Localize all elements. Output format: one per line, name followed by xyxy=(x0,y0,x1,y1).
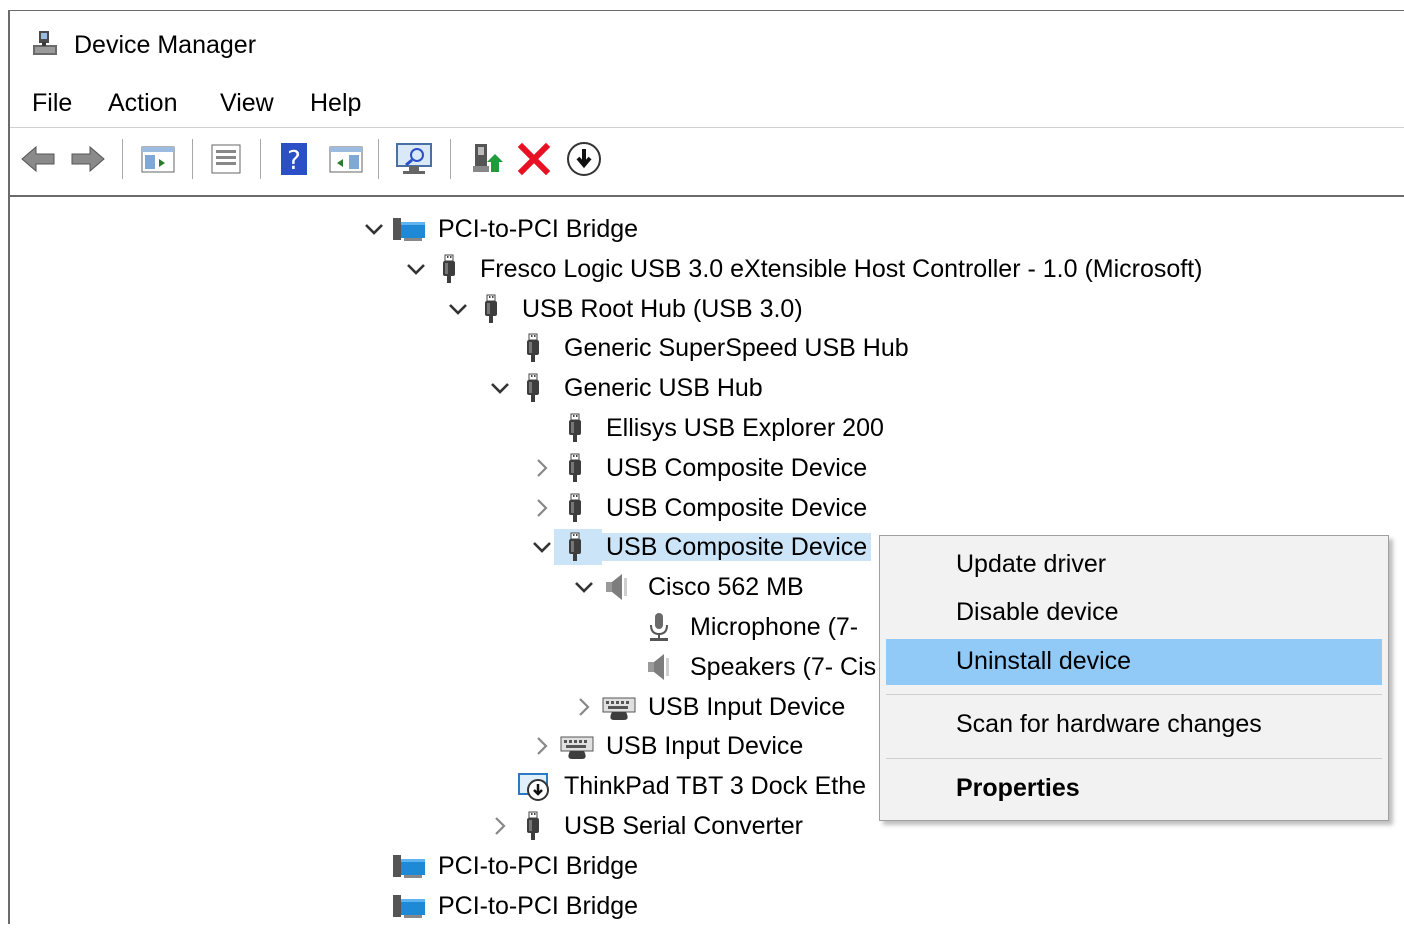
tree-row[interactable]: Generic SuperSpeed USB Hub xyxy=(10,328,1404,368)
forward-icon[interactable] xyxy=(68,139,108,179)
usb-icon xyxy=(518,333,548,363)
speaker-icon xyxy=(644,652,674,682)
tree-row[interactable]: USB Root Hub (USB 3.0) xyxy=(10,289,1404,329)
tree-row-label: Microphone (7- xyxy=(690,613,859,641)
ctx-scan-hardware[interactable]: Scan for hardware changes xyxy=(886,702,1382,748)
svg-text:?: ? xyxy=(287,146,301,176)
uninstall-icon[interactable] xyxy=(514,139,554,179)
chevron-right-icon[interactable] xyxy=(530,456,554,480)
chevron-right-icon[interactable] xyxy=(530,496,554,520)
tree-row-label: USB Input Device xyxy=(606,732,804,761)
ctx-update-driver[interactable]: Update driver xyxy=(886,542,1382,588)
tree-row[interactable]: Ellisys USB Explorer 200 xyxy=(10,408,1404,448)
usb-icon xyxy=(518,373,548,403)
chevron-down-icon[interactable] xyxy=(446,297,470,321)
tree-row-label: Speakers (7- Cis xyxy=(690,652,877,681)
back-icon[interactable] xyxy=(18,139,58,179)
menu-help[interactable]: Help xyxy=(310,89,361,118)
menu-file[interactable]: File xyxy=(32,89,72,118)
chevron-right-icon[interactable] xyxy=(530,734,554,758)
tree-row-label: Generic USB Hub xyxy=(564,374,763,403)
tree-row-label: USB Serial Converter xyxy=(564,812,803,840)
network-adapter-icon xyxy=(518,771,549,802)
chevron-down-icon[interactable] xyxy=(404,257,428,281)
menu-action[interactable]: Action xyxy=(108,89,177,118)
chevron-right-icon[interactable] xyxy=(488,814,512,838)
usb-icon xyxy=(560,493,590,523)
chevron-down-icon[interactable] xyxy=(572,575,596,599)
microphone-icon xyxy=(644,612,674,642)
pci-bridge-icon xyxy=(392,214,425,244)
properties-icon[interactable] xyxy=(206,139,246,179)
tree-row-label: USB Composite Device xyxy=(606,493,868,522)
chevron-down-icon[interactable] xyxy=(488,376,512,400)
ctx-separator xyxy=(886,758,1382,759)
hid-icon xyxy=(560,731,594,761)
toolbar: ? xyxy=(10,131,1404,193)
update-driver-icon[interactable] xyxy=(466,139,506,179)
usb-icon xyxy=(560,453,590,483)
chevron-right-icon[interactable] xyxy=(572,695,596,719)
action-pane-icon[interactable] xyxy=(326,139,366,179)
window-title: Device Manager xyxy=(74,31,257,59)
usb-icon xyxy=(434,254,464,284)
tree-row[interactable]: USB Composite Device xyxy=(10,488,1404,528)
usb-icon xyxy=(518,811,548,841)
disable-icon[interactable] xyxy=(564,139,604,179)
tree-row-label: USB Composite Device xyxy=(606,453,868,482)
tree-row[interactable]: PCI-to-PCI Bridge xyxy=(10,886,1404,926)
tree-row-label: USB Input Device xyxy=(648,692,846,721)
tree-row-label: USB Root Hub (USB 3.0) xyxy=(522,294,803,323)
tree-row-label: PCI-to-PCI Bridge xyxy=(438,851,639,880)
title-bar: Device Manager xyxy=(10,11,1404,77)
tree-row-label: ThinkPad TBT 3 Dock Ethe xyxy=(564,772,867,801)
ctx-disable-device[interactable]: Disable device xyxy=(886,590,1382,636)
menu-separator xyxy=(10,127,1404,128)
usb-icon xyxy=(476,294,506,324)
speaker-icon xyxy=(602,572,632,602)
tree-row[interactable]: USB Composite Device xyxy=(10,448,1404,488)
tree-row[interactable]: Generic USB Hub xyxy=(10,368,1404,408)
usb-icon xyxy=(560,532,590,562)
tree-row[interactable]: Fresco Logic USB 3.0 eXtensible Host Con… xyxy=(10,249,1404,289)
menu-view[interactable]: View xyxy=(220,89,274,118)
scan-hardware-icon[interactable] xyxy=(394,139,434,179)
ctx-properties[interactable]: Properties xyxy=(886,766,1382,812)
hid-icon xyxy=(602,692,636,722)
device-manager-window: Device Manager File Action View Help ? P… xyxy=(8,10,1404,937)
ctx-uninstall-device[interactable]: Uninstall device xyxy=(886,639,1382,685)
device-manager-icon xyxy=(30,29,60,59)
tree-row-label: Generic SuperSpeed USB Hub xyxy=(564,334,909,363)
ctx-separator xyxy=(886,694,1382,695)
tree-row-label: Fresco Logic USB 3.0 eXtensible Host Con… xyxy=(480,254,1203,283)
menu-bar: File Action View Help xyxy=(10,83,1404,127)
pci-bridge-icon xyxy=(392,891,425,921)
pci-bridge-icon xyxy=(392,851,425,881)
tree-row-label: Cisco 562 MB xyxy=(648,573,804,602)
tree-row[interactable]: PCI-to-PCI Bridge xyxy=(10,209,1404,249)
tree-row-label: PCI-to-PCI Bridge xyxy=(438,891,639,920)
tree-row-label: Ellisys USB Explorer 200 xyxy=(606,414,884,442)
tree-row[interactable]: PCI-to-PCI Bridge xyxy=(10,846,1404,886)
tree-row-label: USB Composite Device xyxy=(602,533,872,562)
show-hide-console-tree-icon[interactable] xyxy=(138,139,178,179)
usb-icon xyxy=(560,413,590,443)
context-menu: Update driver Disable device Uninstall d… xyxy=(879,535,1389,821)
tree-row-label: PCI-to-PCI Bridge xyxy=(438,215,639,243)
chevron-down-icon[interactable] xyxy=(530,535,554,559)
chevron-down-icon[interactable] xyxy=(362,217,386,241)
help-icon[interactable]: ? xyxy=(274,139,314,179)
